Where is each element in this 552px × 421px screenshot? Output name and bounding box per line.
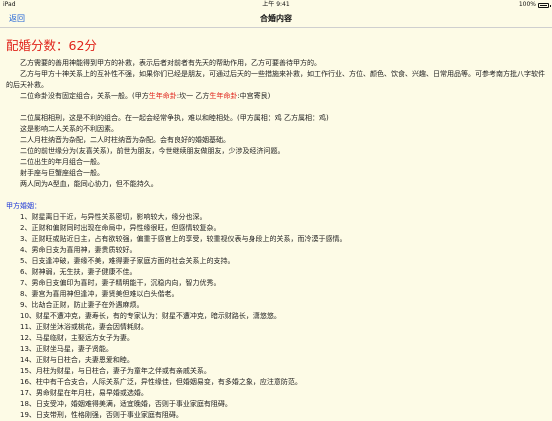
- analysis-line: 两人同为A型血，能同心协力，但不能持久。: [20, 180, 158, 188]
- list-item: 4、男命日支为喜用神，妻贵质较好。: [20, 246, 137, 254]
- list-item: 17、男命财星在年月柱，易早婚或选婚。: [20, 389, 148, 397]
- intro-paragraph: 乙方需要的善用神能得到甲方的补救，表示后者对前者有先天的帮助作用，乙方可要善待甲…: [20, 59, 321, 67]
- nav-bar: 返回 合婚内容: [0, 10, 552, 28]
- match-score: 配婚分数：62分: [6, 36, 546, 56]
- list-item: 19、日支带刑，性格刚强，否则于事业家庭有阻碍。: [20, 411, 183, 419]
- list-item: 2、正财和偏财同时出现在命局中，异性缘很旺，但感情较复杂。: [20, 224, 221, 232]
- status-bar: iPad 上午 9:41 100%: [0, 0, 552, 10]
- battery-percent: 100%: [518, 1, 536, 8]
- battery-icon: [538, 2, 551, 8]
- list-item: 16、柱中有干合支合，人际关系广泛，异性缘佳，但婚姻易变，有多婚之象，应注意防范…: [20, 378, 302, 386]
- analysis-line: 射手座与巨蟹座组合一般。: [20, 169, 104, 177]
- content-area[interactable]: 配婚分数：62分 乙方需要的善用神能得到甲方的补救，表示后者对前者有先天的帮助作…: [6, 32, 546, 421]
- score-label: 配婚分数：: [6, 38, 69, 53]
- palace-label-a: 生年命卦: [148, 92, 177, 100]
- battery-status: 100%: [518, 0, 551, 10]
- analysis-line: 二位出生的年月组合一般。: [20, 158, 104, 166]
- palace-paragraph: 二位命卦没有固定组合，关系一般。(甲方生年命卦:坎一 乙方生年命卦:中宫寄艮): [20, 92, 271, 100]
- list-item: 13、正财坐马星，妻子贤能。: [20, 345, 113, 353]
- list-item: 15、月柱为财星，与日柱合，妻子为童年之伴或有亲戚关系。: [20, 367, 211, 375]
- analysis-line: 二人月柱纳音为杂配，二人时柱纳音为杂配。会有良好的婚姻基础。: [20, 136, 230, 144]
- analysis-line: 二位属相相刑，这是不利的组合。在一起会经常争执，难以和睦相处。(甲方属相：鸡 乙…: [20, 114, 329, 122]
- list-item: 14、正财与日柱合，夫妻恩爱和睦。: [20, 356, 134, 364]
- section-heading: 甲方婚姻：: [6, 202, 41, 210]
- list-item: 8、妻宫为喜用神但逢冲，妻贤美但难以白头偕老。: [20, 290, 179, 298]
- list-item: 18、日支受冲，婚姻难得美满，适宜晚婚，否则于事业家庭有阻碍。: [20, 400, 232, 408]
- status-time: 上午 9:41: [262, 1, 290, 8]
- list-item: 3、正财旺或贴近日主，占有欲较强，偏重于感官上的享受，较重视仪表与身段上的关系，…: [20, 235, 347, 243]
- score-value: 62分: [68, 38, 97, 53]
- list-item: 11、正财坐沐浴或桃花，妻会因情耗财。: [20, 323, 148, 331]
- list-item: 12、马星临财，主娶远方女子为妻。: [20, 334, 134, 342]
- list-item: 1、财星离日干近，与异性关系密切，影响较大，缘分也深。: [20, 213, 207, 221]
- analysis-line: 二位的前世缘分为(友喜关系)，前世为朋友，今世继续朋友做朋友，少涉及经济问题。: [20, 147, 285, 155]
- list-item: 5、日支逢冲破，妻缘不美，难得妻子家庭方面的社会关系上的支持。: [20, 257, 235, 265]
- list-item: 9、比劫合正财，防止妻子在外遇麻烦。: [20, 301, 144, 309]
- analysis-line: 这是影响二人关系的不利因素。: [20, 125, 118, 133]
- list-item: 10、财星不遭冲克，妻寿长，有的专家认为：财星不遭冲克，暗示财路长，潇悠悠。: [20, 312, 281, 320]
- page-title: 合婚内容: [260, 14, 292, 23]
- intro-paragraph: 乙方与甲方十神关系上的互补性不强，如果你们已经是朋友，可通过后天的一些措施来补救…: [6, 70, 545, 89]
- list-item: 7、男命日支偏印为喜时，妻子精明能干，沉稳内向，智力优秀。: [20, 279, 221, 287]
- list-item: 6、财神弱，无生扶，妻子健康不佳。: [20, 268, 137, 276]
- palace-label-b: 生年命卦: [209, 92, 238, 100]
